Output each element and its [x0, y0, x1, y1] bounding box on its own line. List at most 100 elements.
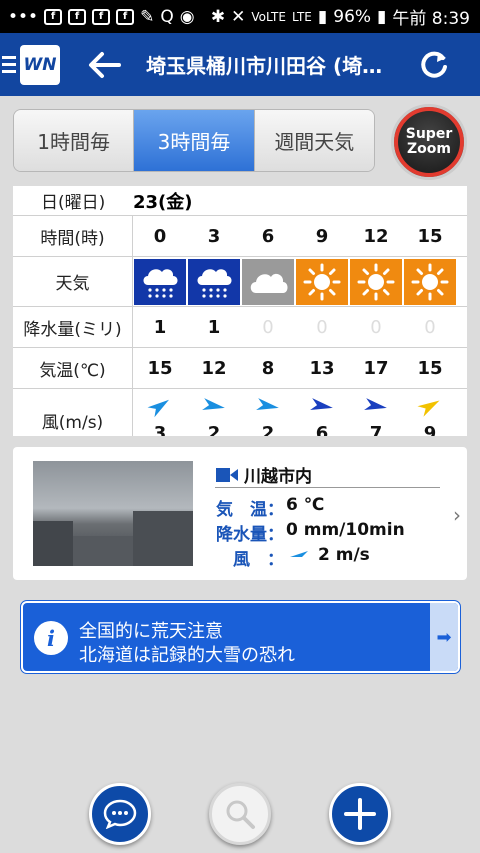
app-header: WN 埼玉県桶川市川田谷 (埼玉…: [0, 33, 480, 96]
chat-bubble-icon: [103, 799, 137, 829]
menu-icon[interactable]: [2, 56, 16, 73]
weather-row: 天気: [13, 257, 467, 307]
arrow-right-icon[interactable]: ➡: [430, 603, 458, 671]
app-notification-icon: f: [116, 8, 135, 25]
page-title: 埼玉県桶川市川田谷 (埼玉…: [146, 54, 386, 78]
weather-cell: [349, 258, 403, 306]
precip-cell: 1: [207, 316, 221, 338]
date-value: 23(金): [133, 191, 193, 213]
temp-cell: 15: [417, 357, 443, 379]
precip-cell: 0: [424, 316, 436, 338]
app-logo[interactable]: WN: [20, 44, 60, 85]
wind-speed: 9: [423, 423, 437, 436]
hour-cell: 9: [315, 225, 329, 247]
wind-cell: 3: [133, 389, 187, 436]
network-type: LTE: [291, 9, 312, 24]
weather-label: 天気: [13, 257, 133, 306]
wind-arrow-icon: [255, 396, 281, 421]
back-arrow-icon[interactable]: [82, 43, 126, 87]
wind-arrow-icon: [147, 396, 173, 421]
camera-precip-value: 0 mm/10min: [286, 520, 405, 540]
tab-weekly[interactable]: 週間天気: [254, 110, 374, 171]
temp-row: 気温(℃) 15 12 8 13 17 15: [13, 348, 467, 389]
weather-cell: [295, 258, 349, 306]
hour-cell: 0: [153, 225, 167, 247]
wind-arrow-icon: [417, 396, 443, 421]
weather-cell: [241, 258, 295, 306]
wind-label: 風(m/s): [13, 389, 133, 436]
warning-line-2: 北海道は記録的大雪の恐れ: [79, 645, 295, 666]
chat-button[interactable]: [89, 783, 151, 845]
bluetooth-icon: ✱: [210, 6, 226, 27]
weather-cell: [403, 258, 457, 306]
temp-cell: 17: [363, 357, 389, 379]
cloud-icon: [242, 259, 294, 305]
mute-icon: ✕: [231, 6, 246, 27]
tab-1-hour[interactable]: 1時間毎: [14, 110, 135, 171]
pencil-icon: ✎: [140, 6, 155, 27]
divider: [215, 487, 440, 488]
wind-cell: 9: [403, 389, 457, 436]
precip-cell: 0: [262, 316, 274, 338]
warning-line-1: 全国的に荒天注意: [79, 621, 223, 642]
live-camera-image[interactable]: [33, 461, 193, 566]
temp-cell: 8: [261, 357, 275, 379]
camera-wind-value: 2 m/s: [318, 545, 370, 565]
camera-precip-label: 降水量：: [216, 525, 284, 545]
info-icon: i: [34, 621, 68, 655]
wind-speed: 2: [261, 423, 275, 436]
search-button[interactable]: [209, 783, 271, 845]
add-location-button[interactable]: [329, 783, 391, 845]
precip-label: 降水量(ミリ): [13, 307, 133, 347]
sun-icon: [296, 259, 348, 305]
wind-cell: 7: [349, 389, 403, 436]
wind-speed: 6: [315, 423, 329, 436]
camera-location: 川越市内: [244, 467, 312, 487]
wind-cell: 6: [295, 389, 349, 436]
hour-label: 時間(時): [13, 216, 133, 256]
q-icon: Q: [160, 6, 174, 27]
wind-cell: 2: [241, 389, 295, 436]
camera-temp-value: 6 ℃: [286, 495, 325, 515]
hour-cell: 15: [417, 225, 443, 247]
battery-icon: ▮: [377, 6, 387, 27]
wind-cell: 2: [187, 389, 241, 436]
more-icon: •••: [8, 6, 39, 27]
wind-row: 風(m/s) 3 2 2 6 7 9: [13, 389, 467, 436]
live-camera-card[interactable]: 川越市内 気 温： 6 ℃ 降水量： 0 mm/10min 風 ： 2 m/s …: [13, 447, 467, 580]
plus-icon: [344, 798, 376, 830]
sun-icon: [350, 259, 402, 305]
app-notification-icon: f: [92, 8, 111, 25]
hour-cell: 3: [207, 225, 221, 247]
clock: 午前 8:39: [392, 9, 470, 29]
rain-icon: [188, 259, 240, 305]
refresh-icon[interactable]: [416, 47, 452, 83]
camera-wind-label: 風 ：: [233, 550, 284, 570]
precip-row: 降水量(ミリ) 1 1 0 0 0 0: [13, 307, 467, 348]
hour-row: 時間(時) 0 3 6 9 12 15: [13, 216, 467, 257]
eye-icon: ◉: [179, 6, 195, 27]
signal-icon: ▮: [317, 6, 328, 27]
wind-arrow-icon: [309, 396, 335, 421]
wind-speed: 3: [153, 423, 167, 436]
wind-arrow-icon: [363, 396, 389, 421]
sun-icon: [404, 259, 456, 305]
temp-cell: 13: [309, 357, 335, 379]
volte-icon: VoLTE: [251, 9, 286, 24]
forecast-table: 日(曜日) 23(金) 時間(時) 0 3 6 9 12 15 天気 降水量(ミリ) 1 1…: [13, 186, 467, 436]
camera-temp-label: 気 温：: [216, 500, 284, 520]
weather-warning-banner[interactable]: i 全国的に荒天注意 北海道は記録的大雪の恐れ ➡: [21, 601, 460, 673]
wind-speed: 2: [207, 423, 221, 436]
status-bar: ••• f f f f ✎ Q ◉ ✱ ✕ VoLTE LTE ▮ 96% ▮ …: [0, 0, 480, 33]
date-label: 日(曜日): [41, 193, 106, 213]
temp-cell: 15: [147, 357, 173, 379]
wind-arrow-icon: [290, 551, 308, 557]
hour-cell: 12: [363, 225, 389, 247]
chevron-right-icon[interactable]: ›: [453, 503, 461, 527]
precip-cell: 0: [316, 316, 328, 338]
tab-3-hour[interactable]: 3時間毎: [134, 110, 255, 171]
interval-tabs: 1時間毎 3時間毎 週間天気: [13, 109, 375, 172]
app-notification-icon: f: [44, 8, 63, 25]
super-zoom-button[interactable]: Super Zoom: [391, 104, 467, 180]
wind-arrow-icon: [201, 396, 227, 421]
